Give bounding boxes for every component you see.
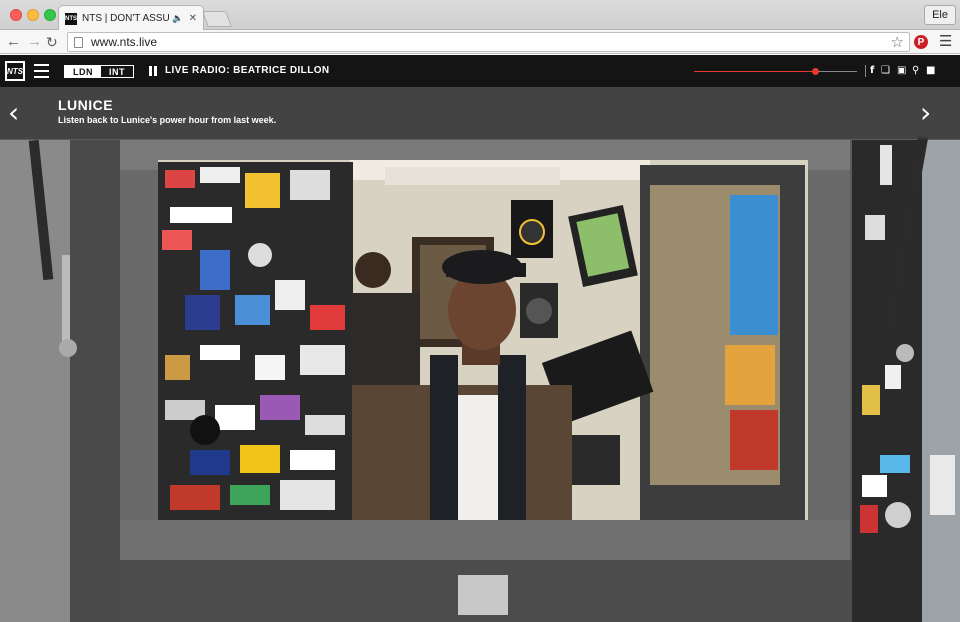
close-tab-icon[interactable]: ✕	[189, 13, 197, 24]
profile-button[interactable]: Ele	[924, 5, 956, 25]
feature-subtitle: Listen back to Lunice's power hour from …	[58, 115, 277, 125]
facebook-icon[interactable]: f	[870, 66, 874, 76]
nts-site: NTS LDN INT LIVE RADIO: BEATRICE DILLON …	[0, 55, 960, 622]
browser-tab-bar: NTS NTS | DON'T ASSUME 🔈 ✕ Ele	[0, 0, 960, 31]
speaker-icon[interactable]: 🔈	[172, 13, 183, 24]
forward-arrow-icon[interactable]: →	[27, 33, 42, 51]
minimize-window-button[interactable]	[27, 9, 39, 21]
browser-menu-icon[interactable]: ☰	[939, 33, 952, 51]
reload-icon[interactable]: ↻	[46, 33, 58, 51]
browser-toolbar: ← → ↻ www.nts.live ☆ P ☰	[0, 30, 960, 54]
station-toggle[interactable]: LDN INT	[64, 65, 134, 78]
search-icon[interactable]: ⚲	[912, 66, 919, 76]
volume-slider[interactable]	[694, 68, 857, 75]
nts-logo[interactable]: NTS	[5, 61, 25, 81]
live-radio-label[interactable]: LIVE RADIO: BEATRICE DILLON	[165, 65, 330, 76]
tab-title: NTS | DON'T ASSUME	[82, 13, 170, 24]
station-ldn[interactable]: LDN	[65, 66, 101, 77]
nts-favicon-icon: NTS	[65, 12, 77, 25]
pause-icon[interactable]	[149, 66, 157, 76]
carousel-prev-icon[interactable]: ‹	[8, 99, 19, 127]
volume-fill	[694, 71, 815, 72]
browser-tab[interactable]: NTS NTS | DON'T ASSUME 🔈 ✕	[58, 5, 204, 31]
carousel-next-icon[interactable]: ›	[920, 99, 931, 127]
feature-title[interactable]: LUNICE	[58, 97, 113, 113]
divider	[865, 65, 866, 77]
address-bar[interactable]: www.nts.live ☆	[67, 32, 910, 52]
twitter-icon[interactable]: ❏	[881, 66, 890, 76]
maximize-window-button[interactable]	[44, 9, 56, 21]
feature-caption-band	[0, 87, 960, 139]
nts-navbar: NTS LDN INT LIVE RADIO: BEATRICE DILLON …	[0, 55, 960, 87]
station-int[interactable]: INT	[101, 66, 133, 77]
volume-knob[interactable]	[811, 68, 819, 75]
hero-image	[0, 55, 960, 622]
url-text[interactable]: www.nts.live	[91, 35, 891, 49]
chat-icon[interactable]: ■	[926, 66, 935, 76]
instagram-icon[interactable]: ▣	[897, 66, 906, 76]
bookmark-star-icon[interactable]: ☆	[891, 33, 904, 51]
hamburger-menu-icon[interactable]	[34, 64, 49, 82]
back-arrow-icon[interactable]: ←	[6, 33, 21, 51]
new-tab-button[interactable]	[202, 11, 232, 27]
close-window-button[interactable]	[10, 9, 22, 21]
page-icon	[74, 36, 83, 48]
pinterest-icon[interactable]: P	[914, 35, 928, 49]
